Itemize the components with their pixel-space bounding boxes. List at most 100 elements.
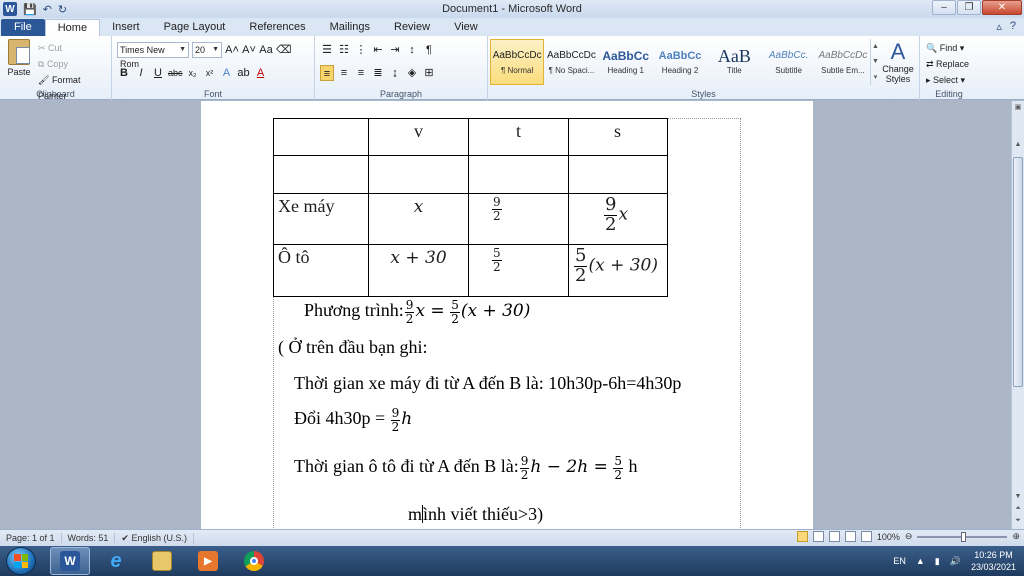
zoom-slider[interactable] <box>917 531 1008 542</box>
start-button[interactable] <box>6 547 36 575</box>
tab-view[interactable]: View <box>442 19 490 36</box>
align-center-icon[interactable]: ≡ <box>337 65 351 81</box>
font-name-select[interactable]: Times New Rom ▼ <box>117 42 189 69</box>
style-heading-1[interactable]: AaBbCc Heading 1 <box>599 39 653 85</box>
input-language[interactable]: EN <box>893 556 906 566</box>
bullets-icon[interactable]: ☰ <box>320 42 334 58</box>
table-header-v[interactable]: v <box>368 118 469 156</box>
volume-icon[interactable]: 🔊 <box>950 556 961 567</box>
taskbar-word[interactable]: W <box>50 547 90 575</box>
taskbar-ie[interactable]: e <box>96 547 136 575</box>
replace-button[interactable]: ⇄ Replace <box>926 56 969 72</box>
table-cell[interactable] <box>273 118 369 156</box>
show-marks-icon[interactable]: ¶ <box>422 42 436 58</box>
borders-icon[interactable]: ⊞ <box>422 65 436 81</box>
paste-button[interactable]: Paste <box>6 39 32 77</box>
zoom-out-icon[interactable]: ⊖ <box>905 531 913 542</box>
restore-icon[interactable]: ❐ <box>957 0 981 15</box>
style-normal[interactable]: AaBbCcDc ¶ Normal <box>490 39 545 85</box>
format-painter-button[interactable]: 🖌 Format Painter <box>38 72 111 104</box>
table-cell[interactable] <box>468 155 569 194</box>
change-styles-button[interactable]: A Change Styles <box>880 40 916 85</box>
sort-icon[interactable]: ↕ <box>405 42 419 58</box>
bold-icon[interactable]: B <box>117 65 131 81</box>
table-header-t[interactable]: t <box>468 118 569 156</box>
tab-references[interactable]: References <box>237 19 317 36</box>
copy-button[interactable]: ⧉ Copy <box>38 56 111 72</box>
language-indicator[interactable]: ✔ English (U.S.) <box>115 532 194 544</box>
tab-review[interactable]: Review <box>382 19 442 36</box>
minimize-ribbon-icon[interactable]: ▵ <box>996 20 1002 33</box>
help-icon[interactable]: ? <box>1010 20 1016 33</box>
data-table[interactable]: v t s Xe máy x 92 92x Ô tô x + 30 5 2 5 … <box>273 118 668 297</box>
scroll-thumb[interactable] <box>1013 157 1023 387</box>
web-layout-icon[interactable] <box>828 531 840 542</box>
style-title[interactable]: AaB Title <box>707 39 761 85</box>
table-row-label[interactable]: Ô tô <box>273 244 369 297</box>
table-cell[interactable]: 92 <box>468 193 569 245</box>
justify-icon[interactable]: ≣ <box>371 65 385 81</box>
find-button[interactable]: 🔍 Find ▾ <box>926 40 969 56</box>
clear-format-icon[interactable]: ⌫ <box>276 42 292 58</box>
font-color-icon[interactable]: A <box>254 65 268 81</box>
tab-file[interactable]: File <box>1 19 45 36</box>
undo-icon[interactable]: ↶ <box>43 3 52 16</box>
document-page[interactable]: v t s Xe máy x 92 92x Ô tô x + 30 5 2 5 … <box>201 101 813 529</box>
subscript-icon[interactable]: x₂ <box>186 65 200 81</box>
numbering-icon[interactable]: ☷ <box>337 42 351 58</box>
table-cell[interactable] <box>568 155 668 194</box>
scroll-up-icon[interactable]: ▲ <box>872 43 879 50</box>
table-cell[interactable] <box>368 155 469 194</box>
more-styles-icon[interactable]: ▾ <box>874 73 878 81</box>
select-button[interactable]: ▸ Select ▾ <box>926 72 969 88</box>
table-header-s[interactable]: s <box>568 118 668 156</box>
page-count[interactable]: Page: 1 of 1 <box>0 533 62 543</box>
clock[interactable]: 10:26 PM 23/03/2021 <box>971 549 1016 573</box>
increase-indent-icon[interactable]: ⇥ <box>388 42 402 58</box>
table-cell[interactable]: 52 <box>468 244 569 297</box>
taskbar-chrome[interactable] <box>234 547 274 575</box>
multilevel-list-icon[interactable]: ⋮ <box>354 42 368 58</box>
tray-expand-icon[interactable]: ▲ <box>916 556 925 566</box>
taskbar-media-player[interactable]: ▶ <box>188 547 228 575</box>
table-cell[interactable] <box>273 155 369 194</box>
redo-icon[interactable]: ↻ <box>58 3 67 16</box>
prev-page-icon[interactable]: ⏶ <box>1012 505 1024 513</box>
zoom-level[interactable]: 100% <box>877 532 900 542</box>
line-spacing-icon[interactable]: ↨ <box>388 65 402 81</box>
strikethrough-icon[interactable]: abc <box>168 65 183 81</box>
scroll-down-icon[interactable]: ▼ <box>872 58 879 65</box>
style-no-spacing[interactable]: AaBbCcDc ¶ No Spaci... <box>544 39 598 85</box>
table-cell[interactable]: x <box>368 193 469 245</box>
ruler-toggle-icon[interactable]: ▣ <box>1012 103 1024 111</box>
scroll-up-icon[interactable]: ▲ <box>1012 141 1024 148</box>
tab-page-layout[interactable]: Page Layout <box>152 19 238 36</box>
table-row-label[interactable]: Xe máy <box>273 193 369 245</box>
taskbar-explorer[interactable] <box>142 547 182 575</box>
save-icon[interactable]: 💾 <box>23 3 37 16</box>
network-icon[interactable]: ▮ <box>935 556 940 567</box>
table-cell[interactable]: 5 2 (x + 30) <box>568 244 668 297</box>
scroll-down-icon[interactable]: ▼ <box>1012 493 1024 500</box>
minimize-icon[interactable]: – <box>932 0 956 15</box>
print-layout-icon[interactable] <box>796 531 808 542</box>
word-logo-icon[interactable]: W <box>3 2 17 16</box>
tab-mailings[interactable]: Mailings <box>318 19 382 36</box>
table-cell[interactable]: 92x <box>568 193 668 245</box>
shrink-font-icon[interactable]: A˅ <box>242 42 256 58</box>
zoom-thumb[interactable] <box>961 531 967 542</box>
style-subtitle[interactable]: AaBbCc. Subtitle <box>761 39 815 85</box>
zoom-in-icon[interactable]: ⊕ <box>1012 531 1020 542</box>
font-size-select[interactable]: 20 ▼ <box>192 42 222 58</box>
vertical-scrollbar[interactable]: ▣ ▲ ▼ ⏶ ⏷ <box>1011 101 1024 529</box>
grow-font-icon[interactable]: A˄ <box>225 42 239 58</box>
change-case-icon[interactable]: Aa <box>259 42 273 58</box>
decrease-indent-icon[interactable]: ⇤ <box>371 42 385 58</box>
underline-icon[interactable]: U <box>151 65 165 81</box>
outline-icon[interactable] <box>844 531 856 542</box>
align-right-icon[interactable]: ≡ <box>354 65 368 81</box>
shading-icon[interactable]: ◈ <box>405 65 419 81</box>
full-screen-reading-icon[interactable] <box>812 531 824 542</box>
italic-icon[interactable]: I <box>134 65 148 81</box>
next-page-icon[interactable]: ⏷ <box>1012 517 1024 525</box>
